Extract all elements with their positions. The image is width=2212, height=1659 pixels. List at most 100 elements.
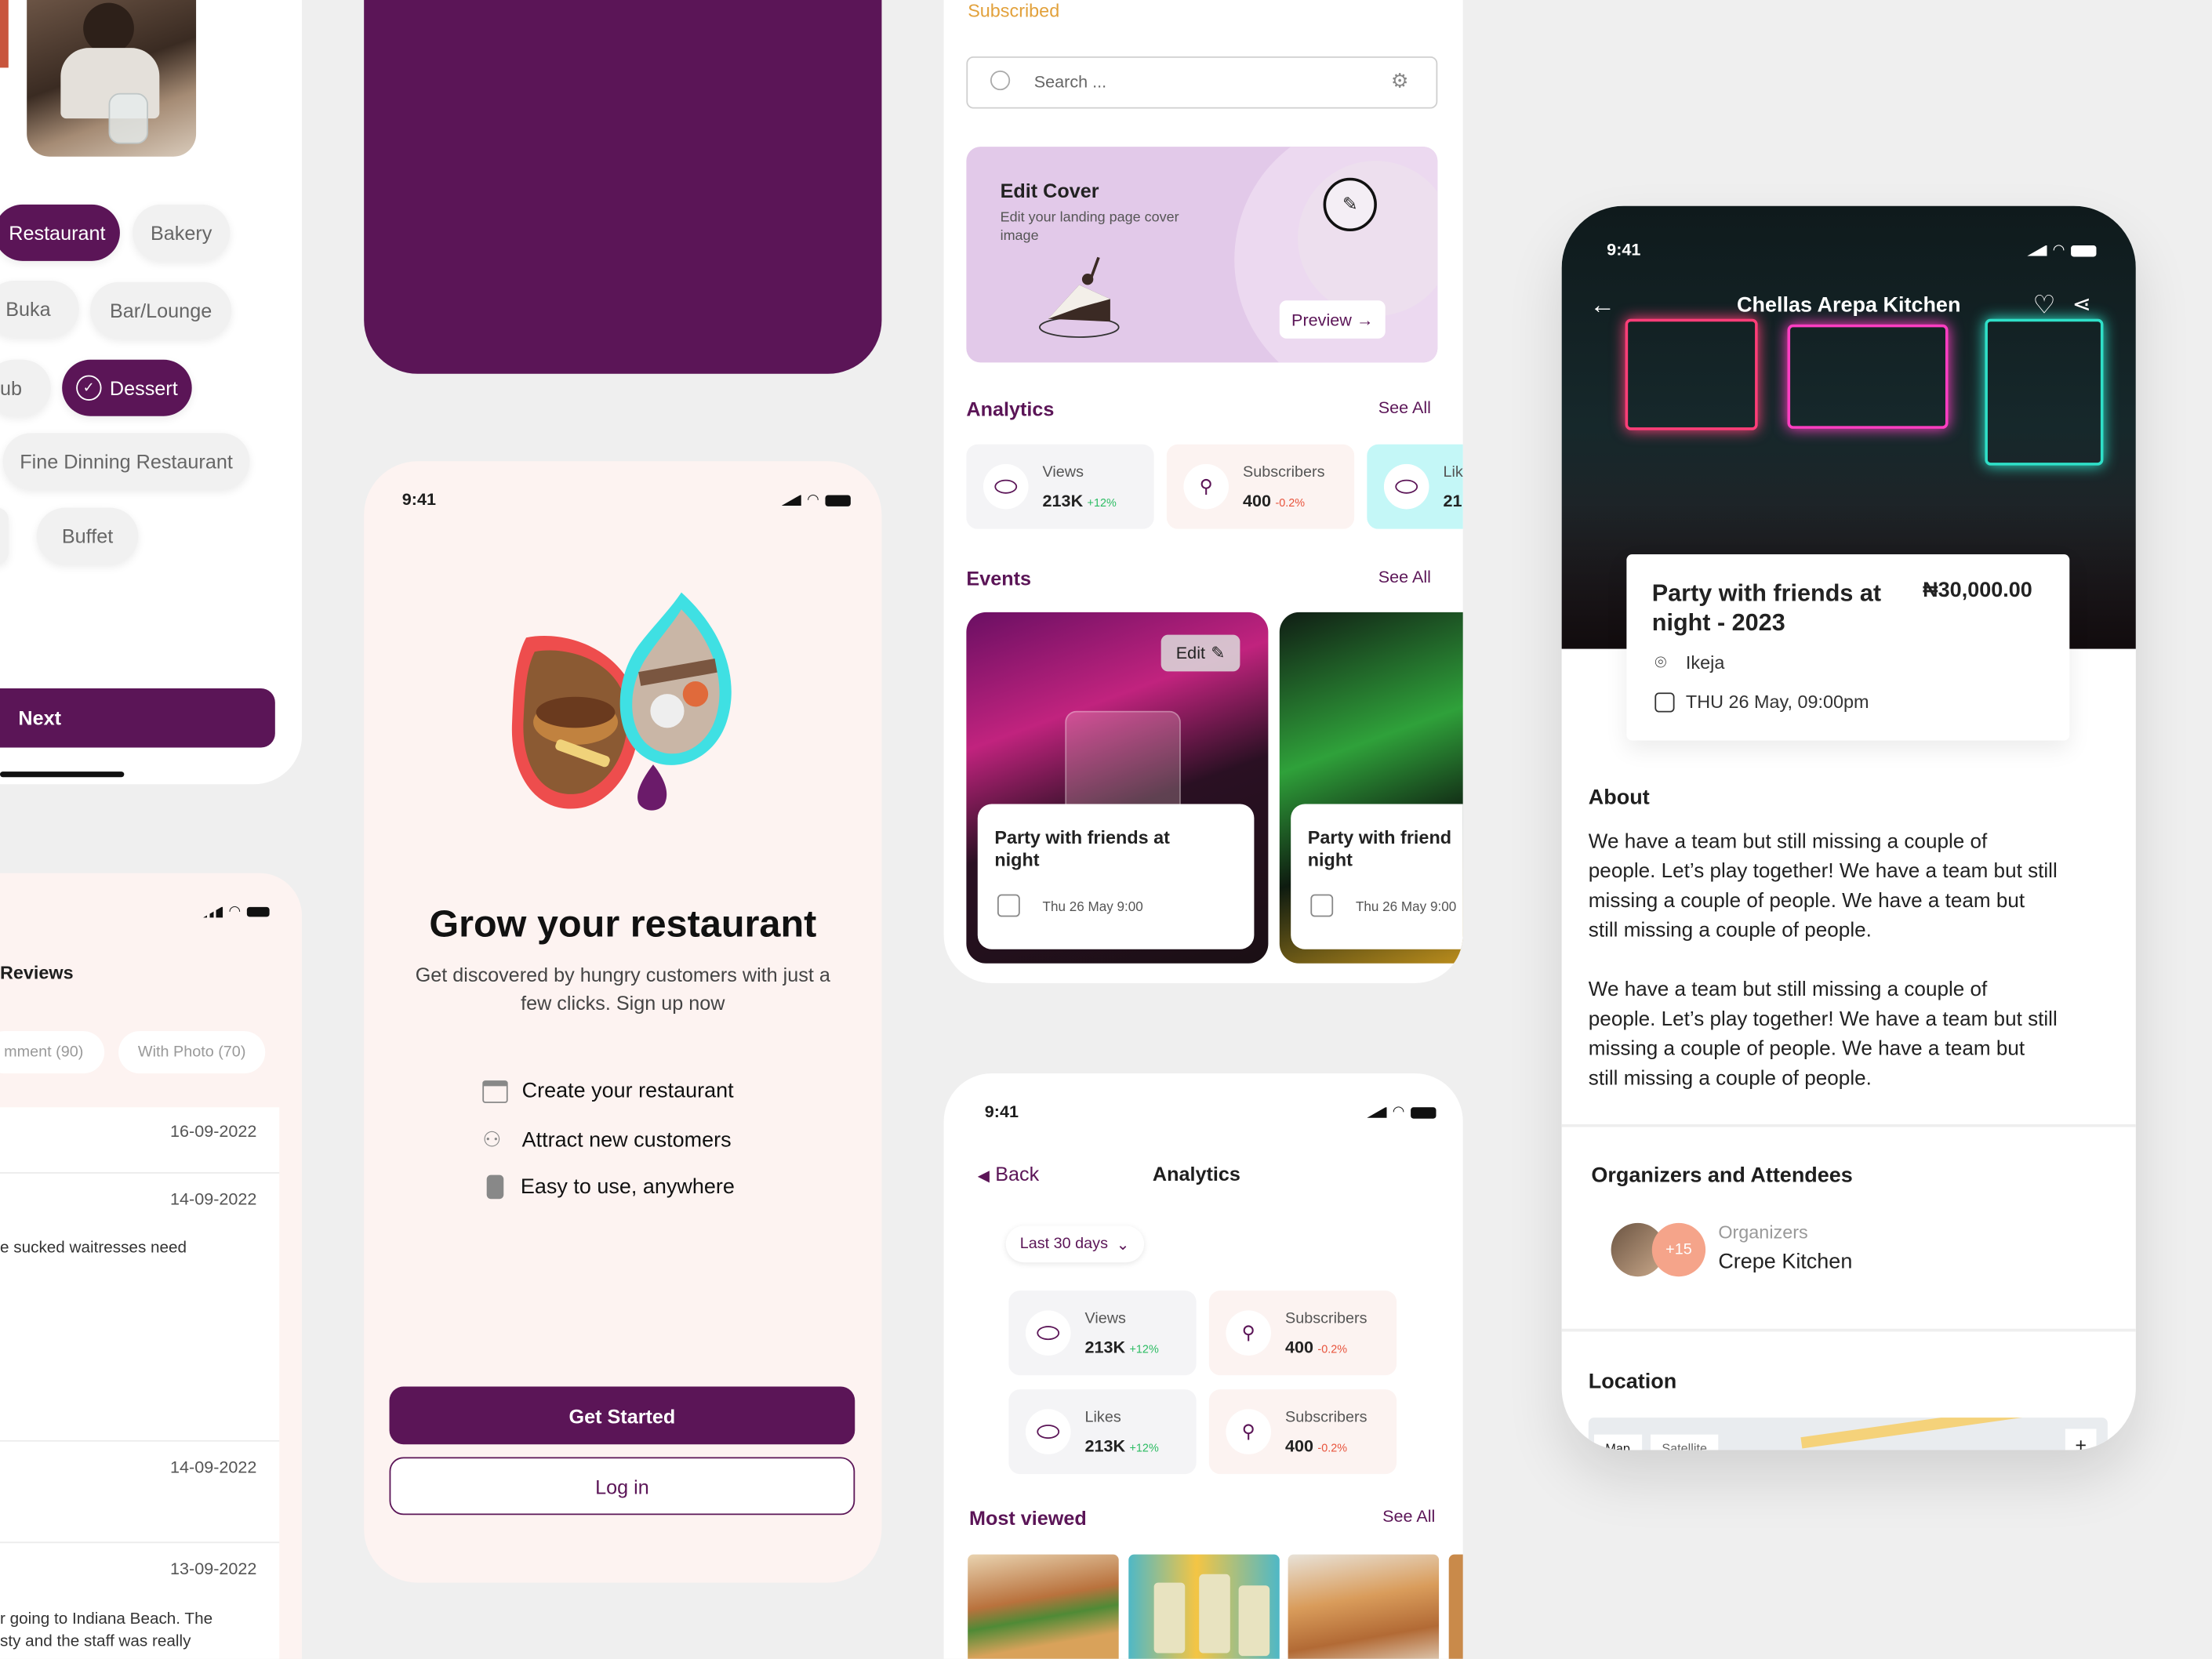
event-detail-screen: 9:41 ◠ ← Chellas Arepa Kitchen ♡ ⋖ Party… (1561, 205, 2136, 1450)
get-started-button[interactable]: Get Started (389, 1386, 855, 1445)
date-range-dropdown[interactable]: Last 30 days ⌄ (1005, 1225, 1144, 1263)
login-button[interactable]: Log in (389, 1457, 855, 1516)
divider (0, 1172, 280, 1174)
chip-club[interactable]: ub (0, 359, 51, 416)
edit-cover-card: Edit Cover Edit your landing page cover … (966, 147, 1438, 363)
battery-icon (2070, 245, 2096, 256)
chip-buka[interactable]: Buka (0, 281, 79, 337)
cover-desc-line1: Edit your landing page cover (1000, 210, 1179, 226)
stat-card-views: Views 213K +12% (966, 444, 1154, 529)
event-date: Thu 26 May 9:00 (1355, 899, 1457, 916)
divider (0, 1541, 280, 1544)
chip-dessert[interactable]: ✓ Dessert (62, 359, 192, 416)
most-viewed-see-all-link[interactable]: See All (1382, 1506, 1435, 1526)
status-time: 9:41 (1607, 239, 1641, 260)
stat-delta: -0.2% (1275, 496, 1306, 510)
event-summary-card: Party with friends at night - 2023 ₦30,00… (1626, 554, 2070, 741)
status-time: 9:41 (401, 489, 436, 510)
about-heading: About (1588, 786, 1650, 810)
location-map[interactable]: Map Satellite + (1588, 1418, 2108, 1450)
next-button[interactable]: Next (0, 688, 275, 748)
battery-icon (1410, 1106, 1437, 1118)
eye-icon (983, 463, 1029, 510)
tab-label: mment (90) (4, 1044, 84, 1061)
chip-bakery[interactable]: Bakery (133, 204, 231, 261)
attendee-count-badge[interactable]: +15 (1651, 1222, 1706, 1277)
most-viewed-thumb[interactable] (1128, 1554, 1280, 1659)
analytics-see-all-link[interactable]: See All (1378, 398, 1431, 417)
events-see-all-link[interactable]: See All (1378, 567, 1431, 586)
heart-icon[interactable]: ♡ (2033, 291, 2056, 321)
button-label: Get Started (568, 1404, 676, 1427)
dashboard-screen: Subscribed Search ... ⚙ Edit Cover Edit … (943, 0, 1463, 983)
review-date: 14-09-2022 (169, 1457, 257, 1477)
status-icons: ◠ (781, 492, 851, 508)
next-label: Next (18, 706, 62, 730)
about-line: still missing a couple of people. (1588, 1067, 1872, 1091)
share-icon[interactable]: ⋖ (2072, 291, 2091, 319)
onboarding-subtitle-line1: Get discovered by hungry customers with … (415, 963, 830, 986)
stat-card-subscribers: ⚲ Subscribers 400 -0.2% (1208, 1291, 1397, 1376)
most-viewed-thumb[interactable] (968, 1554, 1119, 1659)
search-placeholder: Search ... (1033, 71, 1107, 92)
home-indicator (0, 771, 125, 778)
stat-value: 213K +12% (1085, 1436, 1159, 1455)
event-card[interactable]: Party with friend night Thu 26 May 9:00 (1279, 612, 1463, 964)
review-text: sty and the staff was really (0, 1633, 191, 1650)
chip-restaurant[interactable]: Restaurant (0, 204, 120, 261)
location-heading: Location (1588, 1369, 1677, 1394)
stat-card-likes: Lik 21: (1367, 444, 1463, 529)
chip-label: Dessert (109, 376, 178, 400)
organizers-heading: Organizers and Attendees (1591, 1163, 1853, 1188)
tab-comment[interactable]: mment (90) (0, 1031, 105, 1074)
map-tab[interactable]: Map (1593, 1434, 1642, 1450)
divider (0, 1439, 280, 1442)
back-button[interactable]: ◀ Back (978, 1162, 1039, 1185)
event-card[interactable]: Edit ✎ Party with friends at night Thu 26 … (966, 612, 1269, 964)
edit-pencil-icon[interactable]: ✎ (1323, 177, 1377, 232)
event-datetime: THU 26 May, 09:00pm (1685, 691, 1869, 713)
event-title: Party with friends at night - 2023 (1652, 579, 1881, 638)
most-viewed-thumb[interactable] (1288, 1554, 1440, 1659)
chip-fine-dining[interactable]: Fine Dinning Restaurant (2, 433, 250, 490)
chip-buffet[interactable]: Buffet (36, 507, 139, 564)
user-icon: ⚲ (1226, 1409, 1271, 1454)
chip-partial[interactable] (0, 507, 9, 564)
preview-label: Preview → (1291, 309, 1374, 330)
chip-label: Bakery (150, 221, 212, 245)
stat-card-subscribers: ⚲ Subscribers 400 -0.2% (1166, 444, 1355, 529)
chip-bar-lounge[interactable]: Bar/Lounge (90, 281, 232, 339)
event-title: Party with friends at night (994, 826, 1170, 872)
stat-value: 213K +12% (1043, 491, 1117, 510)
battery-icon (246, 906, 270, 917)
wifi-icon: ◠ (1392, 1104, 1405, 1120)
about-line: We have a team but still missing a coupl… (1588, 978, 1988, 1002)
feature-label: Create your restaurant (521, 1079, 734, 1103)
organizer-role: Organizers (1718, 1222, 1808, 1243)
cover-desc-line2: image (1000, 228, 1039, 245)
reviews-screen: ◠ Reviews mment (90) With Photo (70) 16-… (0, 873, 303, 1659)
stat-number: 400 (1243, 491, 1272, 511)
wifi-icon: ◠ (228, 904, 242, 920)
search-input[interactable]: Search ... ⚙ (966, 56, 1438, 109)
edit-event-button[interactable]: Edit ✎ (1160, 634, 1240, 672)
title-line: Party with friends at (1651, 579, 1882, 607)
status-icons: ◠ (2027, 242, 2096, 258)
review-list: 16-09-2022 14-09-2022 e sucked waitresse… (0, 1107, 280, 1659)
chevron-left-icon: ◀ (977, 1167, 990, 1185)
status-icons: ◠ (1367, 1104, 1437, 1120)
section-divider (1561, 1124, 2136, 1127)
satellite-tab[interactable]: Satellite (1650, 1434, 1719, 1450)
stat-delta: -0.2% (1317, 1441, 1348, 1454)
review-date: 14-09-2022 (169, 1189, 257, 1209)
title-line: Party with friend (1307, 826, 1452, 848)
feature-item-attract: ⚇ Attract new customers (482, 1127, 731, 1152)
preview-button[interactable]: Preview → (1279, 300, 1386, 339)
most-viewed-thumb[interactable] (1448, 1554, 1463, 1659)
about-line: missing a couple of people. We have a te… (1588, 890, 2025, 913)
tab-with-photo[interactable]: With Photo (70) (118, 1031, 266, 1074)
filter-sliders-icon[interactable]: ⚙ (1391, 69, 1409, 93)
zoom-in-button[interactable]: + (2065, 1428, 2097, 1450)
stat-value: 213K +12% (1085, 1338, 1159, 1357)
stat-delta: +12% (1129, 1441, 1159, 1454)
